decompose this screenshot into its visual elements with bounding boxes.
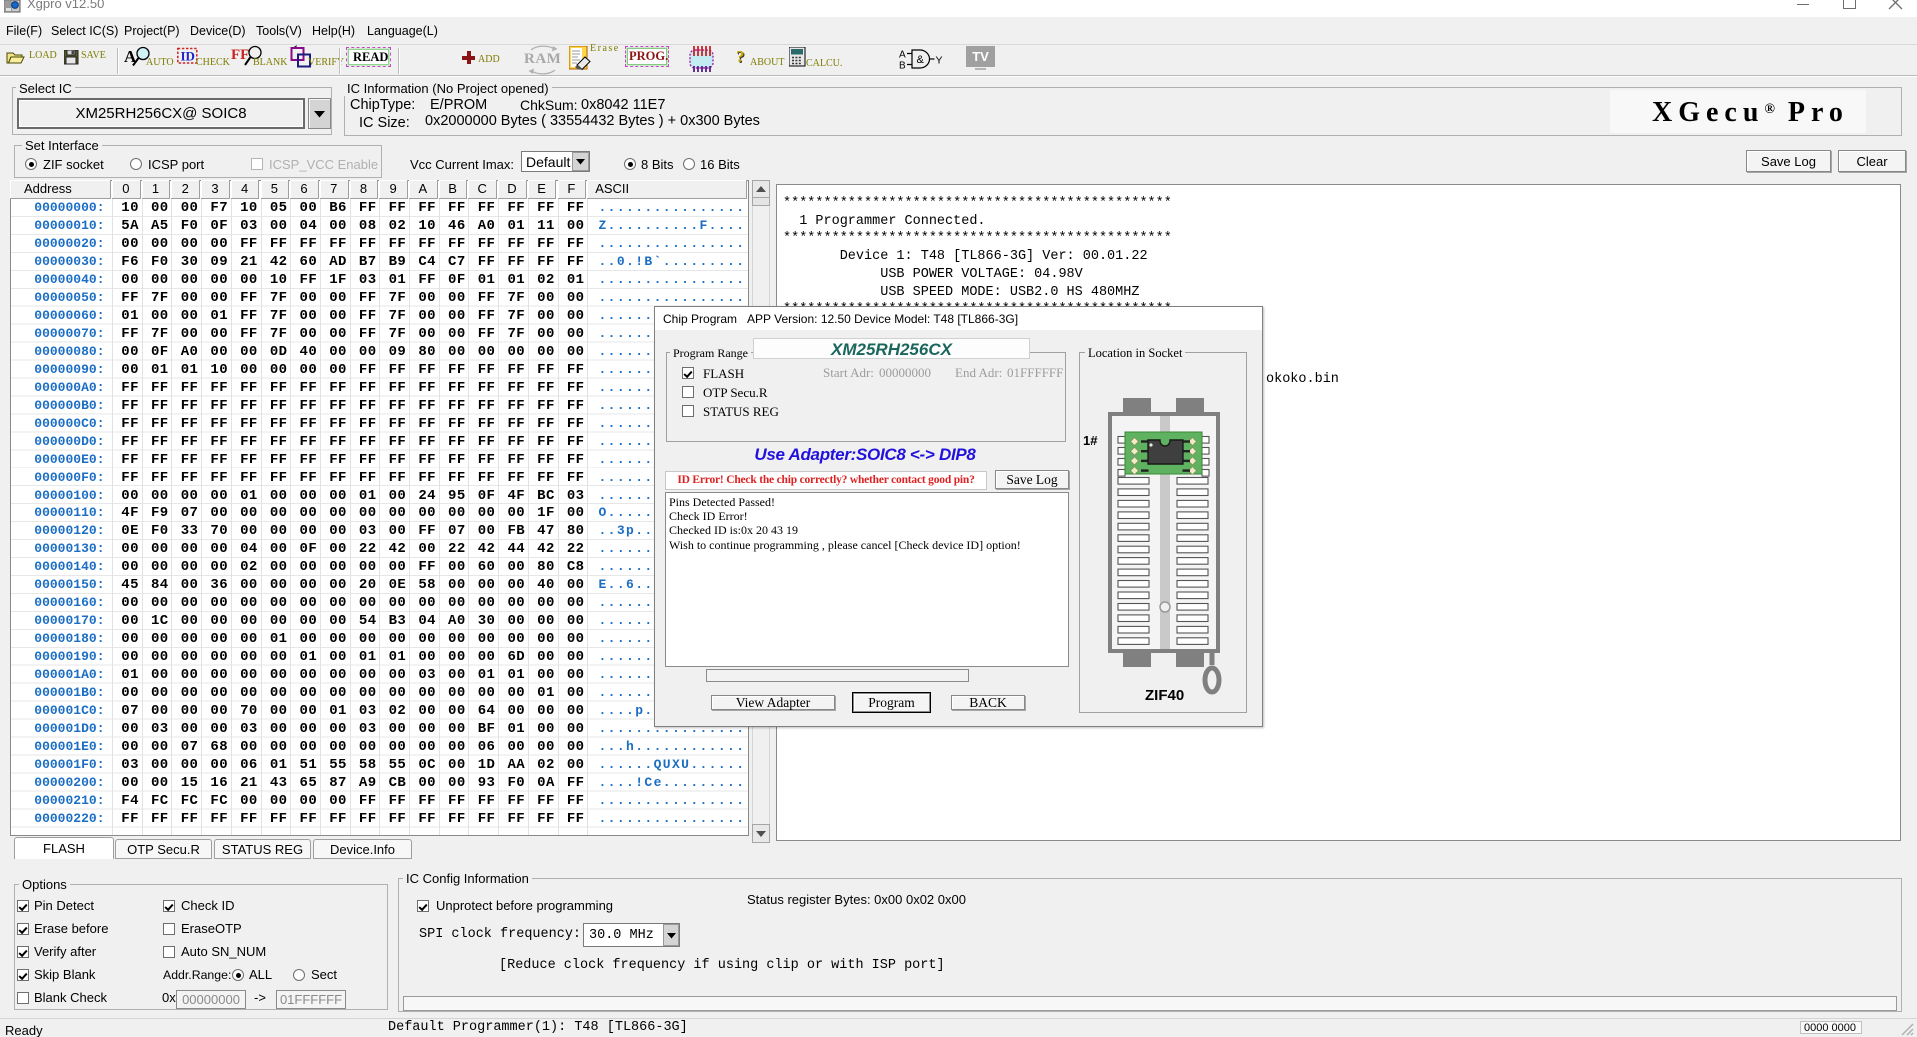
svg-text:A: A — [899, 50, 906, 61]
svg-text:1#: 1# — [1083, 433, 1098, 448]
svg-text:&: & — [917, 54, 925, 66]
svg-text:ZIF40: ZIF40 — [1145, 687, 1184, 704]
svg-text:Y: Y — [936, 55, 943, 67]
svg-text:B: B — [899, 61, 906, 71]
svg-text:ID: ID — [181, 49, 195, 64]
